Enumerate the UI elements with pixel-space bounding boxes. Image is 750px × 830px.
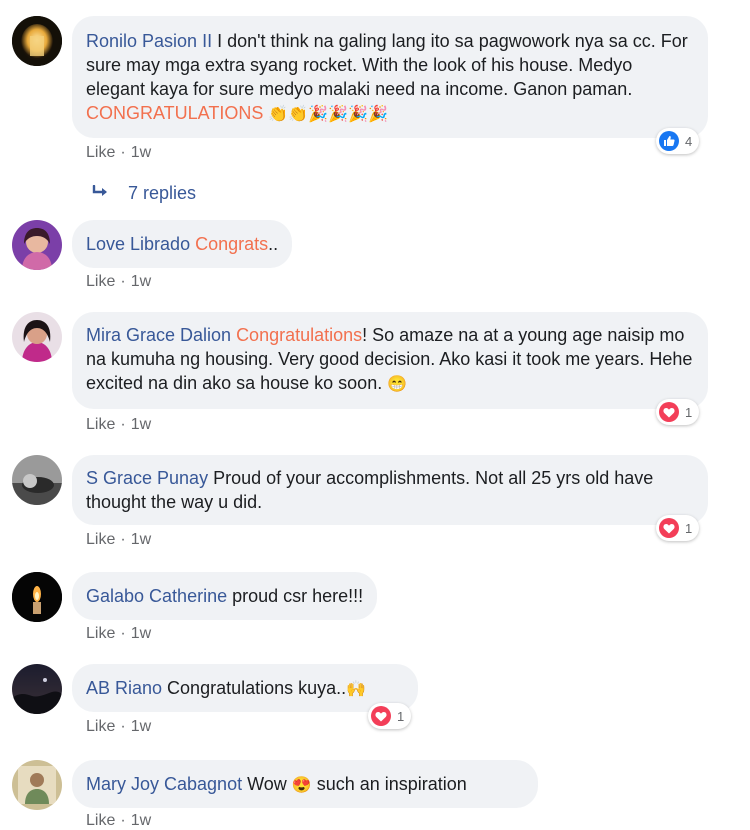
comment-author[interactable]: AB Riano: [86, 678, 162, 698]
like-link[interactable]: Like: [86, 625, 115, 642]
reply-arrow-icon: [92, 183, 110, 204]
comment-actions: Like · 1w: [86, 625, 151, 643]
comment-bubble: S Grace Punay Proud of your accomplishme…: [72, 455, 708, 525]
timestamp[interactable]: 1w: [131, 273, 151, 290]
reaction-badge[interactable]: 1: [656, 399, 700, 425]
heart-icon: [659, 518, 679, 538]
separator: ·: [120, 531, 126, 548]
separator: ·: [120, 416, 126, 433]
heart-eyes-emoji: 😍: [291, 777, 312, 794]
comment-actions: Like · 1w: [86, 144, 151, 162]
comment-text: Congratulations kuya..: [162, 678, 347, 698]
highlighted-text: CONGRATULATIONS: [86, 103, 264, 123]
timestamp[interactable]: 1w: [131, 625, 151, 642]
avatar[interactable]: [12, 664, 62, 714]
separator: ·: [120, 144, 126, 161]
reaction-count: 1: [397, 708, 405, 724]
comment-text: ..: [268, 234, 279, 254]
highlighted-text: Congrats: [195, 234, 269, 254]
timestamp[interactable]: 1w: [131, 416, 151, 433]
comment-actions: Like · 1w: [86, 812, 151, 830]
comment-bubble: Mary Joy Cabagnot Wow 😍 such an inspirat…: [72, 760, 538, 808]
comment-author[interactable]: Ronilo Pasion II: [86, 31, 212, 51]
comment-bubble: Mira Grace Dalion Congratulations! So am…: [72, 312, 708, 409]
comment-bubble: Galabo Catherine proud csr here!!!: [72, 572, 378, 620]
highlighted-text: Congratulations: [236, 325, 363, 345]
like-link[interactable]: Like: [86, 144, 115, 161]
reaction-count: 1: [685, 520, 693, 536]
avatar[interactable]: [12, 312, 62, 362]
grin-emoji: 😁: [387, 376, 408, 393]
separator: ·: [120, 273, 126, 290]
like-icon: [659, 131, 679, 151]
avatar[interactable]: [12, 220, 62, 270]
reaction-badge[interactable]: 4: [656, 128, 700, 154]
like-link[interactable]: Like: [86, 531, 115, 548]
avatar[interactable]: [12, 572, 62, 622]
comment-text: Wow: [242, 774, 292, 794]
avatar[interactable]: [12, 760, 62, 810]
comment-bubble: Love Librado Congrats..: [72, 220, 293, 268]
timestamp[interactable]: 1w: [131, 718, 151, 735]
like-link[interactable]: Like: [86, 416, 115, 433]
comment-author[interactable]: S Grace Punay: [86, 468, 208, 488]
comment-author[interactable]: Mira Grace Dalion: [86, 325, 231, 345]
reaction-count: 4: [685, 133, 693, 149]
avatar[interactable]: [12, 16, 62, 66]
like-link[interactable]: Like: [86, 718, 115, 735]
comment-author[interactable]: Mary Joy Cabagnot: [86, 774, 242, 794]
timestamp[interactable]: 1w: [131, 144, 151, 161]
separator: ·: [120, 625, 126, 642]
heart-icon: [371, 706, 391, 726]
comment-actions: Like · 1w: [86, 531, 151, 549]
clap-party-emojis: 👏👏🎉🎉🎉🎉: [268, 106, 388, 123]
raised-hands-emoji: 🙌: [346, 681, 367, 698]
reaction-badge[interactable]: 1: [368, 703, 412, 729]
comment-actions: Like · 1w: [86, 273, 151, 291]
comment-author[interactable]: Galabo Catherine: [86, 586, 227, 606]
comment-author[interactable]: Love Librado: [86, 234, 190, 254]
replies-count: 7 replies: [128, 183, 197, 203]
like-link[interactable]: Like: [86, 273, 115, 290]
separator: ·: [120, 718, 126, 735]
comment-actions: Like · 1w: [86, 416, 151, 434]
heart-icon: [659, 402, 679, 422]
reaction-badge[interactable]: 1: [656, 515, 700, 541]
timestamp[interactable]: 1w: [131, 531, 151, 548]
comment-bubble: Ronilo Pasion II I don't think na galing…: [72, 16, 708, 138]
view-replies-link[interactable]: 7 replies: [92, 183, 196, 204]
avatar[interactable]: [12, 455, 62, 505]
comment-actions: Like · 1w: [86, 718, 151, 736]
reaction-count: 1: [685, 404, 693, 420]
comment-text-end: such an inspiration: [311, 774, 467, 794]
comment-text: proud csr here!!!: [227, 586, 364, 606]
comment-bubble: AB Riano Congratulations kuya..🙌: [72, 664, 418, 712]
